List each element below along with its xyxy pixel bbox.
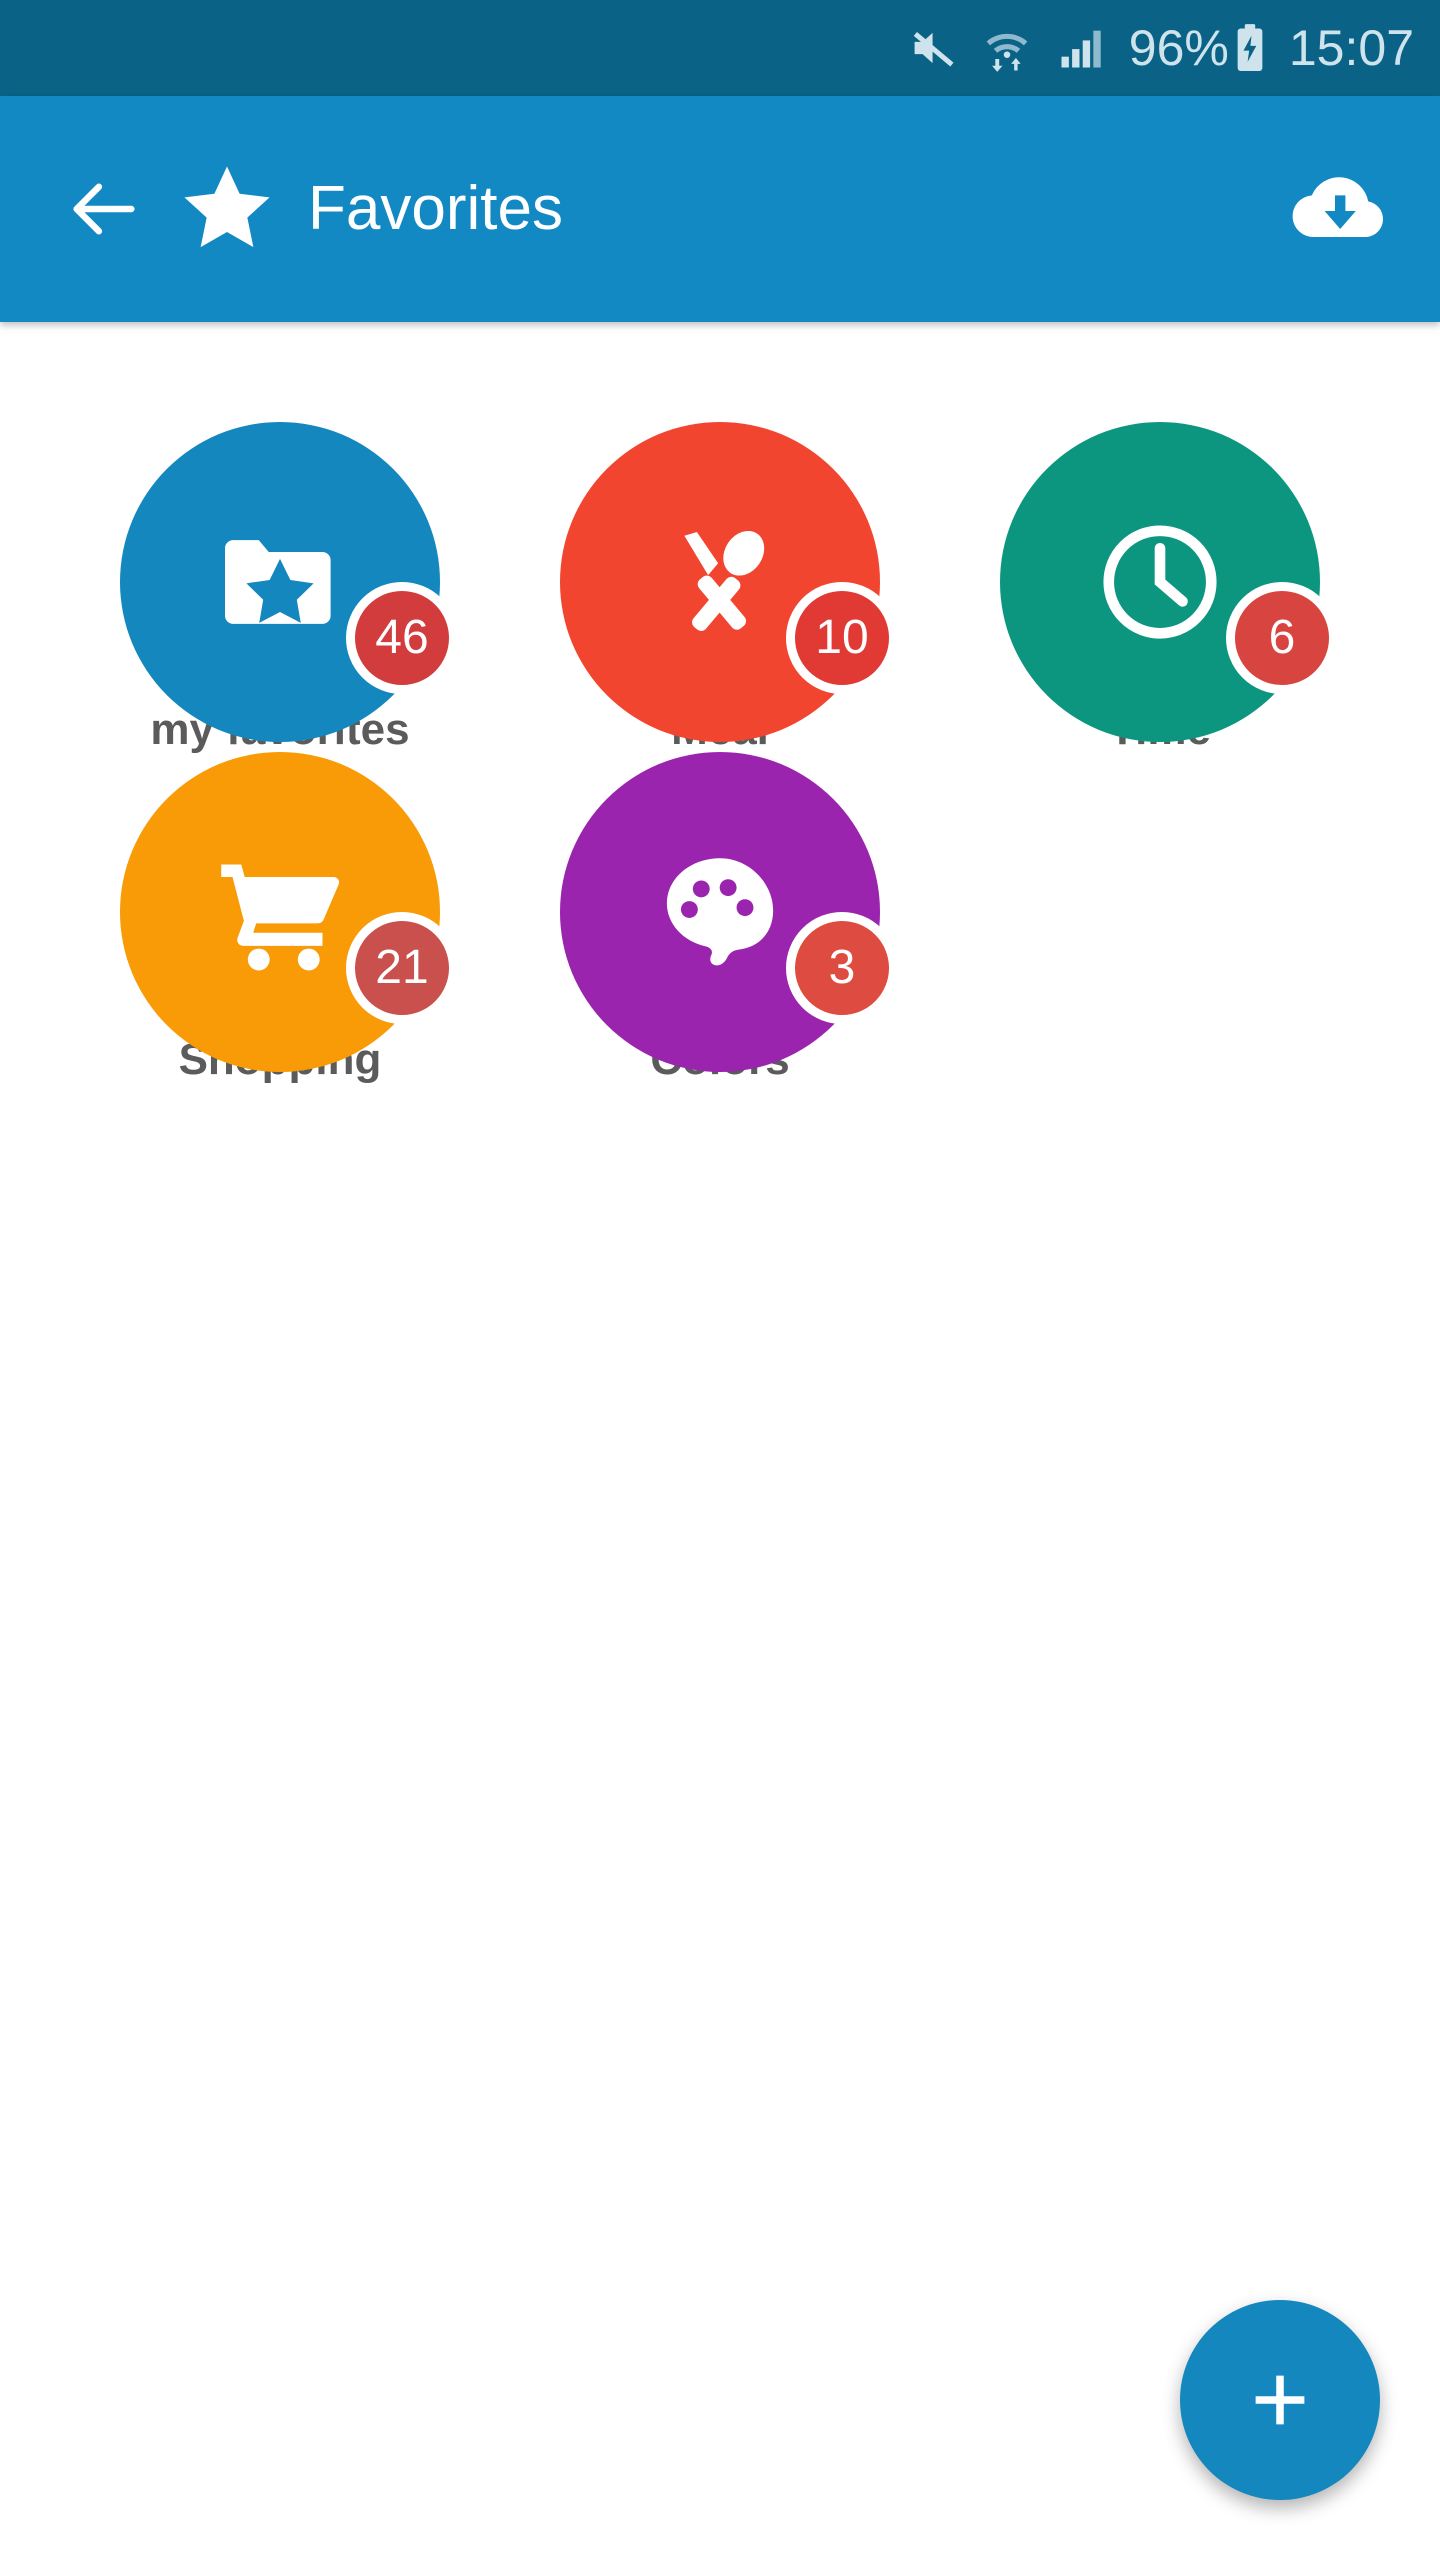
plus-icon [1255,2375,1305,2425]
app-bar: Favorites [0,96,1440,322]
badge-count: 6 [1268,611,1296,664]
battery-status: 96% [1129,22,1267,74]
category-item-shopping[interactable]: 21 Shopping [60,752,500,1082]
badge-count: 46 [375,611,429,664]
page-title: Favorites [308,174,563,243]
category-circle-wrap: 6 [1000,422,1338,742]
category-item-time[interactable]: 6 Time [940,422,1380,752]
category-item-my-favorites[interactable]: 46 my favorites [60,422,500,752]
status-bar-clock: 15:07 [1288,20,1414,76]
folder-star-icon [225,540,331,624]
wifi-transfer-icon [986,33,1028,72]
back-arrow-icon [73,183,135,235]
mute-status [907,22,959,74]
cloud-download-button[interactable] [1284,154,1394,264]
mute-icon [913,32,954,67]
battery-charging-icon [1237,24,1263,71]
star-icon [184,166,270,248]
content-area: 46 my favorites [0,322,1440,2560]
palette-icon [666,858,774,966]
back-button[interactable] [52,157,156,261]
category-grid-empty-cell [940,752,1380,1082]
cellular-status [1055,22,1107,74]
clock-status: 15:07 [1289,23,1414,73]
category-circle-wrap: 10 [560,422,898,742]
clock-icon [1103,525,1217,639]
category-circle-wrap: 3 [560,752,898,1072]
battery-percent-label: 96% [1128,20,1229,76]
category-badge: 21 [346,912,458,1024]
add-favorite-fab[interactable] [1180,2300,1380,2500]
category-badge: 6 [1226,582,1338,694]
cloud-download-icon [1292,177,1383,238]
category-badge: 10 [786,582,898,694]
app-bar-title-group: Favorites [178,160,563,258]
category-badge: 46 [346,582,458,694]
badge-count: 3 [828,941,856,994]
category-grid: 46 my favorites [60,422,1380,1082]
cellular-signal-icon [1061,30,1101,68]
wifi-status [981,22,1033,74]
knife-spoon-icon [684,530,765,631]
category-item-meal[interactable]: 10 Meal [500,422,940,752]
badge-count: 10 [815,611,869,664]
badge-count: 21 [375,941,429,994]
category-item-colors[interactable]: 3 Colors [500,752,940,1082]
shopping-cart-icon [221,864,340,971]
category-circle-wrap: 21 [120,752,458,1072]
app-screen: 96% 15:07 Favorites 46 10 6 21 3 [0,0,1440,2560]
category-badge: 3 [786,912,898,1024]
status-bar: 96% 15:07 [0,0,1440,96]
category-circle-wrap: 46 [120,422,458,742]
